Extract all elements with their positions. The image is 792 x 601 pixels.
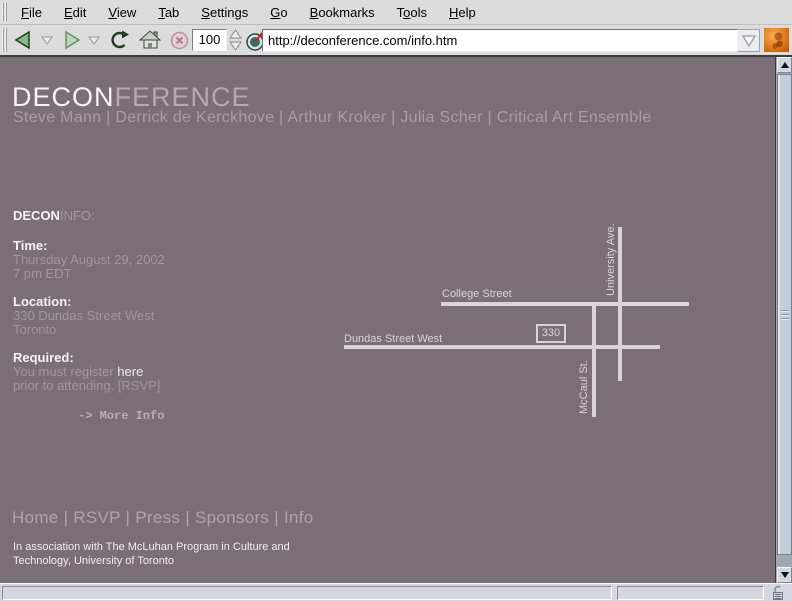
association-line-2: Technology, University of Toronto	[13, 555, 174, 567]
required-label: Required:	[13, 350, 74, 365]
nav-separator: |	[59, 508, 74, 527]
forward-history-dropdown[interactable]	[87, 35, 101, 46]
map-330-marker: 330	[536, 324, 566, 343]
vertical-scrollbar[interactable]	[775, 57, 792, 583]
home-icon	[139, 30, 161, 50]
toolbar: 100	[0, 25, 792, 57]
forward-button[interactable]	[61, 30, 83, 50]
info-heading: DECONINFO:	[13, 208, 95, 223]
required-line-1: You must register here	[13, 365, 143, 379]
menubar-grip-handle[interactable]	[2, 3, 7, 21]
scroll-down-icon	[781, 572, 789, 578]
zoom-spinner-arrows[interactable]	[228, 29, 243, 51]
menu-go[interactable]: Go	[259, 0, 298, 25]
open-padlock-icon	[770, 585, 786, 601]
scrollbar-thumb-grip	[781, 310, 789, 320]
info-heading-rest: INFO:	[60, 208, 95, 223]
security-indicator[interactable]	[770, 585, 786, 601]
more-info-link[interactable]: -> More Info	[78, 409, 164, 423]
info-heading-bold: DECON	[13, 208, 60, 223]
menu-tools[interactable]: Tools	[386, 0, 438, 25]
time-label: Time:	[13, 238, 47, 253]
chevron-down-icon	[40, 35, 54, 46]
back-history-dropdown[interactable]	[40, 35, 54, 46]
footer-link-sponsors[interactable]: Sponsors	[195, 508, 269, 527]
page-title-secondary: FERENCE	[115, 82, 251, 112]
back-icon	[12, 30, 34, 50]
menu-tab[interactable]: Tab	[147, 0, 190, 25]
footer-nav: Home | RSVP | Press | Sponsors | Info	[12, 508, 314, 528]
page-title-primary: DECON	[12, 82, 115, 112]
nav-separator: |	[180, 508, 195, 527]
menu-bookmarks[interactable]: Bookmarks	[299, 0, 386, 25]
footer-link-rsvp[interactable]: RSVP	[73, 508, 120, 527]
mccaul-street-line	[592, 302, 596, 417]
back-button[interactable]	[12, 30, 34, 50]
scroll-down-button[interactable]	[777, 567, 792, 583]
url-input[interactable]	[262, 29, 738, 52]
scroll-up-icon	[781, 62, 789, 68]
chevron-down-icon	[87, 35, 101, 46]
status-bar	[0, 583, 792, 601]
dundas-street-label: Dundas Street West	[344, 333, 442, 345]
time-line-1: Thursday August 29, 2002	[13, 253, 165, 267]
scroll-up-button[interactable]	[777, 57, 792, 73]
menu-file[interactable]: File	[10, 0, 53, 25]
menu-help[interactable]: Help	[438, 0, 487, 25]
required-prefix: You must register	[13, 364, 117, 379]
footer-link-press[interactable]: Press	[135, 508, 180, 527]
college-street-label: College Street	[442, 288, 512, 300]
speakers-line: Steve Mann | Derrick de Kerckhove | Arth…	[13, 109, 652, 127]
footer-link-info[interactable]: Info	[284, 508, 314, 527]
status-progress-area	[617, 586, 764, 600]
location-line-1: 330 Dundas Street West	[13, 309, 154, 323]
forward-icon	[61, 30, 83, 50]
association-line-1: In association with The McLuhan Program …	[13, 541, 290, 553]
url-dropdown-button[interactable]	[738, 29, 760, 52]
throbber-icon	[764, 28, 789, 52]
stop-icon	[170, 31, 189, 50]
university-ave-line	[618, 227, 622, 381]
register-here-link[interactable]: here	[117, 364, 143, 379]
toolbar-grip-handle[interactable]	[2, 28, 7, 52]
page-content: DECONFERENCE Steve Mann | Derrick de Ker…	[0, 57, 775, 583]
menu-bar: FileEditViewTabSettingsGoBookmarksToolsH…	[0, 0, 792, 25]
url-dropdown-icon	[739, 32, 759, 50]
browser-window: FileEditViewTabSettingsGoBookmarksToolsH…	[0, 0, 792, 601]
nav-separator: |	[121, 508, 136, 527]
college-street-line	[441, 302, 689, 306]
status-message-area	[2, 586, 612, 600]
scrollbar-thumb[interactable]	[777, 74, 792, 555]
footer-link-home[interactable]: Home	[12, 508, 59, 527]
location-bar	[262, 29, 760, 52]
reload-button[interactable]	[109, 30, 129, 50]
reload-icon	[109, 30, 129, 50]
nav-separator: |	[269, 508, 284, 527]
location-label: Location:	[13, 294, 72, 309]
home-button[interactable]	[139, 30, 161, 50]
stop-button[interactable]	[170, 31, 189, 50]
spinner-up-down-icon	[228, 29, 243, 51]
zoom-spinner[interactable]: 100	[192, 29, 227, 51]
required-line-2: prior to attending. [RSVP]	[13, 379, 160, 393]
location-line-2: Toronto	[13, 323, 56, 337]
menu-bar-items: FileEditViewTabSettingsGoBookmarksToolsH…	[10, 0, 487, 25]
menu-edit[interactable]: Edit	[53, 0, 97, 25]
menu-view[interactable]: View	[97, 0, 147, 25]
time-line-2: 7 pm EDT	[13, 267, 72, 281]
university-ave-label: University Ave.	[605, 223, 617, 296]
mccaul-street-label: McCaul St.	[578, 360, 590, 414]
menu-settings[interactable]: Settings	[190, 0, 259, 25]
dundas-street-line	[344, 345, 660, 349]
